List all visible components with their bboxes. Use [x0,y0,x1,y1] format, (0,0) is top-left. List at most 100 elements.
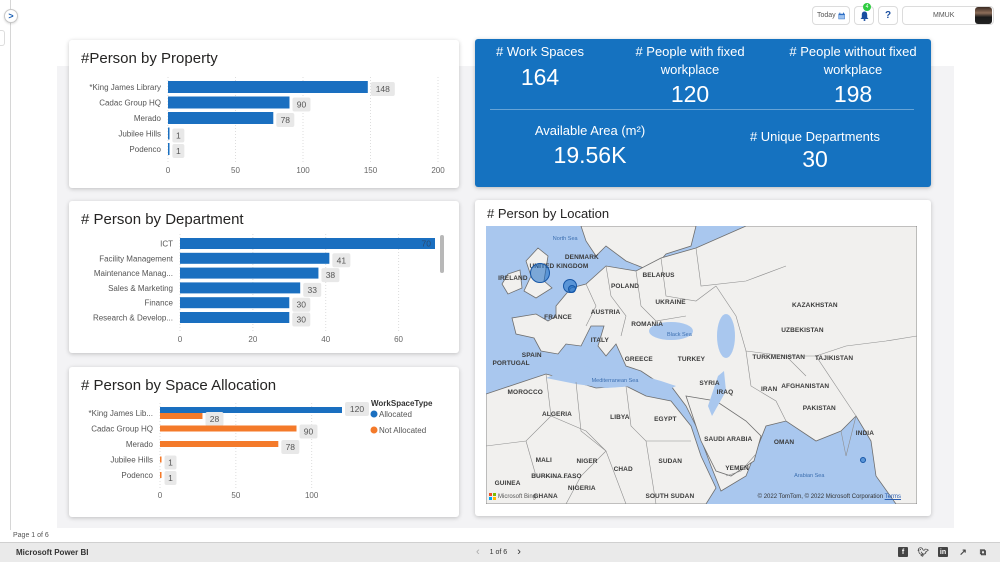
property-bar-chart: 0 50 100 150 200 *King James Library 148 Cadac … [89,77,445,175]
left-rail [0,0,11,530]
x-tick-label: 100 [305,491,319,500]
country-label: UZBEKISTAN [781,327,824,335]
share-icons: f 🐦︎ in ↗ ⧉ [898,547,988,557]
page-indicator: Page 1 of 6 [13,532,49,539]
previous-page-button[interactable]: ‹ [476,546,480,558]
category-label: Jubilee Hills [110,456,153,465]
fullscreen-icon[interactable]: ⧉ [978,547,988,557]
bell-icon [860,11,868,21]
data-label: 30 [297,315,307,325]
data-label: 28 [210,414,220,424]
category-label: Cadac Group HQ [99,99,161,108]
chevron-right-icon: > [8,11,14,21]
country-label: NIGER [576,458,598,466]
bar [180,282,301,294]
map-copyright-text: © 2022 TomTom, © 2022 Microsoft Corporat… [757,494,884,500]
category-label: Podenco [129,145,161,154]
data-label: 41 [337,255,347,265]
x-tick-label: 200 [431,166,445,175]
country-label: SYRIA [699,380,720,388]
country-label: YEMEN [725,465,749,473]
bar-not-allocated [160,472,162,478]
country-label: SAUDI ARABIA [704,435,753,443]
bar-not-allocated [160,441,279,447]
map-terms-link[interactable]: Terms [885,494,901,500]
person-by-property-card[interactable]: #Person by Property 0 50 100 150 200 *King Ja… [69,40,459,188]
page-count: 1 of 6 [489,548,508,556]
location-map[interactable]: UNITED KINGDOM IRELAND DENMARK BELARUS POLAN… [486,226,917,504]
kpi-value: 120 [670,81,710,107]
notification-badge: 4 [863,3,871,11]
map-provider-label: Microsoft Bing [498,493,537,500]
category-label: ICT [160,240,173,249]
country-label: NIGERIA [567,484,596,492]
map-provider-logo: Microsoft Bing [489,493,536,500]
sea-label: Mediterranean Sea [591,377,639,384]
bar [180,267,319,279]
person-by-location-card[interactable]: # Person by Location UNITED KINGDOM IREL… [475,200,931,516]
facebook-icon[interactable]: f [898,547,908,557]
app-name: Microsoft Power BI [16,548,89,557]
share-icon[interactable]: ↗ [958,547,968,557]
location-bubble[interactable] [860,456,867,463]
card-title: # Person by Location [487,206,610,221]
country-label: GREECE [624,356,653,364]
category-label: Merado [134,114,162,123]
bar [180,312,290,323]
data-label: 1 [168,458,173,468]
notifications-button[interactable]: 4 [854,3,874,25]
data-label: 78 [286,442,296,452]
bar-not-allocated [160,413,203,419]
kpi-available-area: Available Area (m²) 19.56K [520,122,660,169]
data-label: 1 [168,473,173,483]
microsoft-logo-icon [489,493,496,500]
next-page-button[interactable]: › [517,546,521,558]
kpi-label: # Unique Departments [749,129,881,144]
today-button[interactable]: Today [812,6,850,25]
user-menu-button[interactable]: MMUK [902,6,994,25]
kpi-label: Available Area (m²) [534,123,646,138]
kpi-people-without-fixed: # People without fixed workplace 198 [783,43,923,108]
linkedin-icon[interactable]: in [938,547,948,557]
kpi-value: 30 [802,146,828,172]
country-label: POLAND [610,282,640,290]
country-label: AUSTRIA [590,308,621,316]
kpi-label: # People with fixed workplace [635,44,745,77]
twitter-icon[interactable]: 🐦︎ [917,547,928,557]
category-label: Jubilee Hills [118,130,161,139]
help-button[interactable]: ? [878,6,898,25]
data-label: 148 [376,84,390,94]
country-label: UKRAINE [655,298,686,306]
x-tick-label: 100 [296,166,310,175]
x-tick-label: 0 [158,491,163,500]
kpi-value: 164 [520,64,560,90]
country-label: IRAN [760,385,778,393]
today-label: Today [817,12,836,19]
person-by-space-allocation-card[interactable]: # Person by Space Allocation 0 50 100 *King… [69,367,459,517]
category-label: Research & Develop... [93,314,173,323]
department-scrollbar[interactable] [440,235,444,273]
data-label: 70 [422,239,432,249]
country-label: BELARUS [642,271,675,279]
data-label: 33 [307,285,317,295]
data-label: 38 [326,270,336,280]
country-label: OMAN [773,438,795,446]
kpi-value: 19.56K [553,142,627,168]
category-label: Facility Management [99,254,174,263]
rail-tab[interactable] [0,30,5,46]
country-label: MOROCCO [507,388,543,396]
category-label: *King James Library [89,83,161,92]
location-bubble[interactable] [568,284,577,293]
kpi-label: # People without fixed workplace [789,44,917,77]
x-tick-label: 40 [321,335,330,344]
country-label: SOUTH SUDAN [645,493,695,501]
expand-pane-button[interactable]: > [4,9,18,23]
country-label: ITALY [590,336,609,344]
location-bubble[interactable] [529,263,550,284]
user-name: MMUK [933,12,955,19]
category-label: Maintenance Manag... [94,269,173,278]
bar [180,238,435,249]
person-by-department-card[interactable]: # Person by Department 0 20 40 60 ICT 70 Facil… [69,201,459,353]
kpi-label: # Work Spaces [496,44,584,59]
sea-label: Arabian Sea [794,473,825,480]
